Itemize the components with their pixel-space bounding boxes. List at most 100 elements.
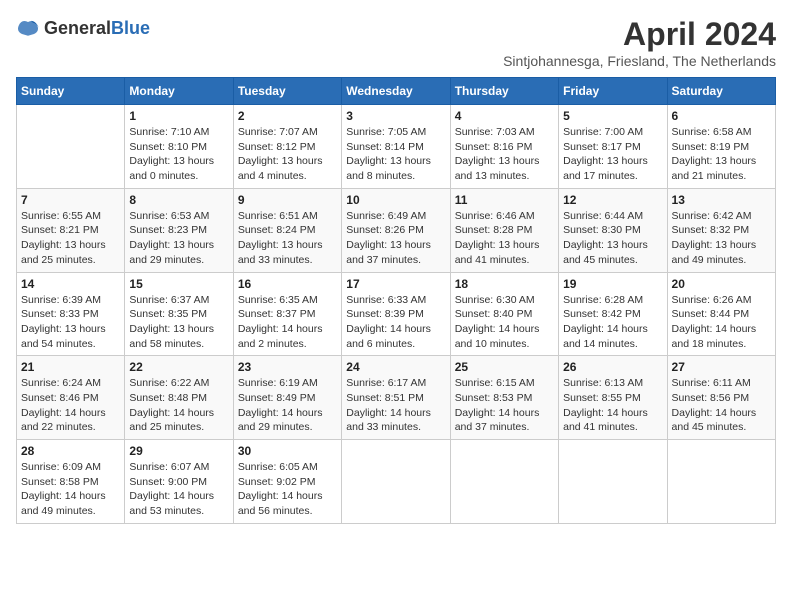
month-year-title: April 2024 [503,16,776,53]
day-number: 3 [346,109,445,123]
day-number: 12 [563,193,662,207]
day-info: Sunrise: 6:46 AMSunset: 8:28 PMDaylight:… [455,209,554,268]
calendar-cell-w4-d3: 23 Sunrise: 6:19 AMSunset: 8:49 PMDayligh… [233,356,341,440]
calendar-cell-w4-d2: 22 Sunrise: 6:22 AMSunset: 8:48 PMDayligh… [125,356,233,440]
calendar-cell-w2-d3: 9 Sunrise: 6:51 AMSunset: 8:24 PMDaylight… [233,188,341,272]
day-info: Sunrise: 6:05 AMSunset: 9:02 PMDaylight:… [238,460,337,519]
calendar-cell-w3-d2: 15Sunrise: 6:37 AMSunset: 8:35 PMDayligh… [125,272,233,356]
calendar-cell-w1-d6: 5 Sunrise: 7:00 AMSunset: 8:17 PMDaylight… [559,105,667,189]
day-info: Sunrise: 6:30 AMSunset: 8:40 PMDaylight:… [455,293,554,352]
day-number: 11 [455,193,554,207]
calendar-cell-w4-d4: 24Sunrise: 6:17 AMSunset: 8:51 PMDayligh… [342,356,450,440]
header-sunday: Sunday [17,78,125,105]
calendar-cell-w4-d1: 21Sunrise: 6:24 AMSunset: 8:46 PMDayligh… [17,356,125,440]
calendar-week-5: 28 Sunrise: 6:09 AMSunset: 8:58 PMDayligh… [17,440,776,524]
calendar-cell-w4-d6: 26 Sunrise: 6:13 AMSunset: 8:55 PMDayligh… [559,356,667,440]
day-number: 22 [129,360,228,374]
logo-general: General [44,18,111,38]
title-section: April 2024 Sintjohannesga, Friesland, Th… [503,16,776,69]
header-row: Sunday Monday Tuesday Wednesday Thursday… [17,78,776,105]
day-number: 26 [563,360,662,374]
calendar-header: Sunday Monday Tuesday Wednesday Thursday… [17,78,776,105]
logo-text: GeneralBlue [44,18,150,39]
day-info: Sunrise: 6:19 AMSunset: 8:49 PMDaylight:… [238,376,337,435]
calendar-cell-w3-d6: 19 Sunrise: 6:28 AMSunset: 8:42 PMDayligh… [559,272,667,356]
calendar-cell-w3-d7: 20 Sunrise: 6:26 AMSunset: 8:44 PMDayligh… [667,272,775,356]
calendar-cell-w3-d4: 17 Sunrise: 6:33 AMSunset: 8:39 PMDayligh… [342,272,450,356]
day-info: Sunrise: 7:07 AMSunset: 8:12 PMDaylight:… [238,125,337,184]
calendar-week-2: 7 Sunrise: 6:55 AMSunset: 8:21 PMDaylight… [17,188,776,272]
day-info: Sunrise: 6:39 AMSunset: 8:33 PMDaylight:… [21,293,120,352]
calendar-cell-w5-d3: 30Sunrise: 6:05 AMSunset: 9:02 PMDayligh… [233,440,341,524]
calendar-cell-w1-d5: 4 Sunrise: 7:03 AMSunset: 8:16 PMDaylight… [450,105,558,189]
day-info: Sunrise: 6:33 AMSunset: 8:39 PMDaylight:… [346,293,445,352]
calendar-cell-w2-d1: 7 Sunrise: 6:55 AMSunset: 8:21 PMDaylight… [17,188,125,272]
calendar-cell-w5-d4 [342,440,450,524]
page-header: GeneralBlue April 2024 Sintjohannesga, F… [16,16,776,69]
day-info: Sunrise: 6:58 AMSunset: 8:19 PMDaylight:… [672,125,771,184]
day-info: Sunrise: 7:03 AMSunset: 8:16 PMDaylight:… [455,125,554,184]
day-info: Sunrise: 6:22 AMSunset: 8:48 PMDaylight:… [129,376,228,435]
day-number: 2 [238,109,337,123]
location-subtitle: Sintjohannesga, Friesland, The Netherlan… [503,53,776,69]
day-info: Sunrise: 6:49 AMSunset: 8:26 PMDaylight:… [346,209,445,268]
day-number: 7 [21,193,120,207]
logo-blue: Blue [111,18,150,38]
calendar-week-3: 14 Sunrise: 6:39 AMSunset: 8:33 PMDayligh… [17,272,776,356]
day-number: 19 [563,277,662,291]
logo: GeneralBlue [16,16,150,40]
day-info: Sunrise: 7:00 AMSunset: 8:17 PMDaylight:… [563,125,662,184]
calendar-cell-w4-d7: 27Sunrise: 6:11 AMSunset: 8:56 PMDayligh… [667,356,775,440]
calendar-body: 1Sunrise: 7:10 AMSunset: 8:10 PMDaylight… [17,105,776,524]
calendar-cell-w2-d6: 12 Sunrise: 6:44 AMSunset: 8:30 PMDayligh… [559,188,667,272]
header-monday: Monday [125,78,233,105]
day-number: 14 [21,277,120,291]
calendar-cell-w2-d2: 8 Sunrise: 6:53 AMSunset: 8:23 PMDaylight… [125,188,233,272]
day-number: 6 [672,109,771,123]
header-wednesday: Wednesday [342,78,450,105]
day-info: Sunrise: 6:26 AMSunset: 8:44 PMDaylight:… [672,293,771,352]
day-number: 28 [21,444,120,458]
day-number: 23 [238,360,337,374]
day-number: 9 [238,193,337,207]
calendar-cell-w5-d2: 29Sunrise: 6:07 AMSunset: 9:00 PMDayligh… [125,440,233,524]
day-info: Sunrise: 6:35 AMSunset: 8:37 PMDaylight:… [238,293,337,352]
day-info: Sunrise: 6:15 AMSunset: 8:53 PMDaylight:… [455,376,554,435]
day-number: 13 [672,193,771,207]
calendar-week-1: 1Sunrise: 7:10 AMSunset: 8:10 PMDaylight… [17,105,776,189]
day-info: Sunrise: 6:42 AMSunset: 8:32 PMDaylight:… [672,209,771,268]
day-number: 17 [346,277,445,291]
calendar-week-4: 21Sunrise: 6:24 AMSunset: 8:46 PMDayligh… [17,356,776,440]
day-number: 5 [563,109,662,123]
calendar-cell-w3-d5: 18Sunrise: 6:30 AMSunset: 8:40 PMDayligh… [450,272,558,356]
calendar-cell-w1-d1 [17,105,125,189]
day-number: 21 [21,360,120,374]
day-number: 4 [455,109,554,123]
day-number: 20 [672,277,771,291]
calendar-cell-w3-d1: 14 Sunrise: 6:39 AMSunset: 8:33 PMDayligh… [17,272,125,356]
day-info: Sunrise: 6:28 AMSunset: 8:42 PMDaylight:… [563,293,662,352]
day-number: 1 [129,109,228,123]
day-info: Sunrise: 6:37 AMSunset: 8:35 PMDaylight:… [129,293,228,352]
calendar-cell-w5-d5 [450,440,558,524]
day-info: Sunrise: 6:13 AMSunset: 8:55 PMDaylight:… [563,376,662,435]
day-number: 16 [238,277,337,291]
day-info: Sunrise: 6:55 AMSunset: 8:21 PMDaylight:… [21,209,120,268]
day-info: Sunrise: 6:44 AMSunset: 8:30 PMDaylight:… [563,209,662,268]
calendar-cell-w2-d7: 13 Sunrise: 6:42 AMSunset: 8:32 PMDayligh… [667,188,775,272]
calendar-cell-w1-d4: 3Sunrise: 7:05 AMSunset: 8:14 PMDaylight… [342,105,450,189]
calendar-cell-w5-d6 [559,440,667,524]
day-info: Sunrise: 6:51 AMSunset: 8:24 PMDaylight:… [238,209,337,268]
day-info: Sunrise: 6:53 AMSunset: 8:23 PMDaylight:… [129,209,228,268]
page-container: GeneralBlue April 2024 Sintjohannesga, F… [16,16,776,524]
calendar-cell-w1-d3: 2 Sunrise: 7:07 AMSunset: 8:12 PMDaylight… [233,105,341,189]
calendar-cell-w1-d7: 6 Sunrise: 6:58 AMSunset: 8:19 PMDaylight… [667,105,775,189]
day-info: Sunrise: 6:07 AMSunset: 9:00 PMDaylight:… [129,460,228,519]
calendar-cell-w5-d7 [667,440,775,524]
day-number: 8 [129,193,228,207]
day-info: Sunrise: 6:09 AMSunset: 8:58 PMDaylight:… [21,460,120,519]
header-tuesday: Tuesday [233,78,341,105]
day-number: 25 [455,360,554,374]
logo-icon [16,16,40,40]
header-friday: Friday [559,78,667,105]
